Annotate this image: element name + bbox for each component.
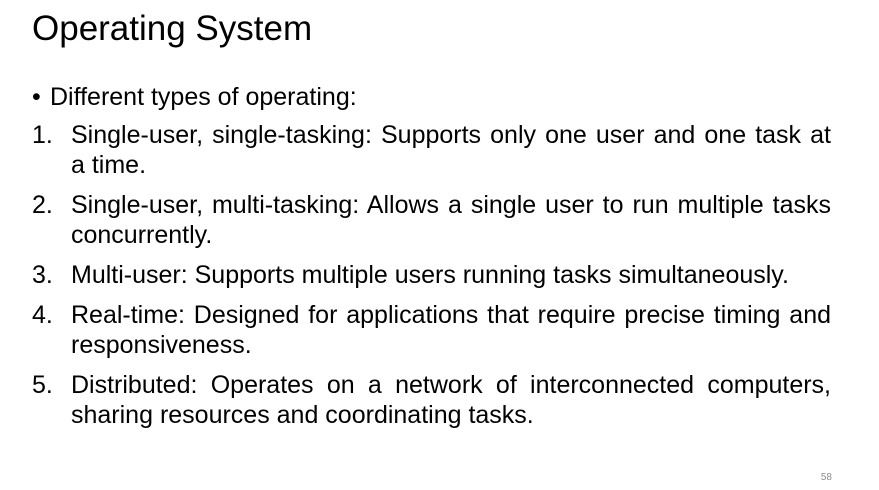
bullet-dot: • [32,83,41,111]
slide-content: • Different types of operating: 1. Single… [32,82,831,440]
list-item: 2. Single-user, multi-tasking: Allows a … [32,190,831,250]
list-item-number: 5. [32,371,53,399]
list-item-text: Single-user, multi-tasking: Allows a sin… [71,191,831,249]
intro-bullet-line: • Different types of operating: [32,82,831,112]
page-number: 58 [820,472,832,483]
slide: Operating System • Different types of ope… [0,0,879,490]
intro-text: Different types of operating: [50,83,357,111]
list-item-text: Real-time: Designed for applications tha… [71,301,831,359]
os-types-list: 1. Single-user, single-tasking: Supports… [32,120,831,430]
list-item-number: 1. [32,121,53,149]
list-item-text: Distributed: Operates on a network of in… [71,371,831,429]
list-item-number: 4. [32,301,53,329]
slide-title: Operating System [32,9,313,48]
list-item: 5. Distributed: Operates on a network of… [32,370,831,430]
list-item-text: Multi-user: Supports multiple users runn… [71,261,789,289]
list-item-text: Single-user, single-tasking: Supports on… [71,121,831,179]
list-item: 3. Multi-user: Supports multiple users r… [32,260,831,290]
list-item: 1. Single-user, single-tasking: Supports… [32,120,831,180]
list-item-number: 2. [32,191,53,219]
list-item-number: 3. [32,261,53,289]
list-item: 4. Real-time: Designed for applications … [32,300,831,360]
